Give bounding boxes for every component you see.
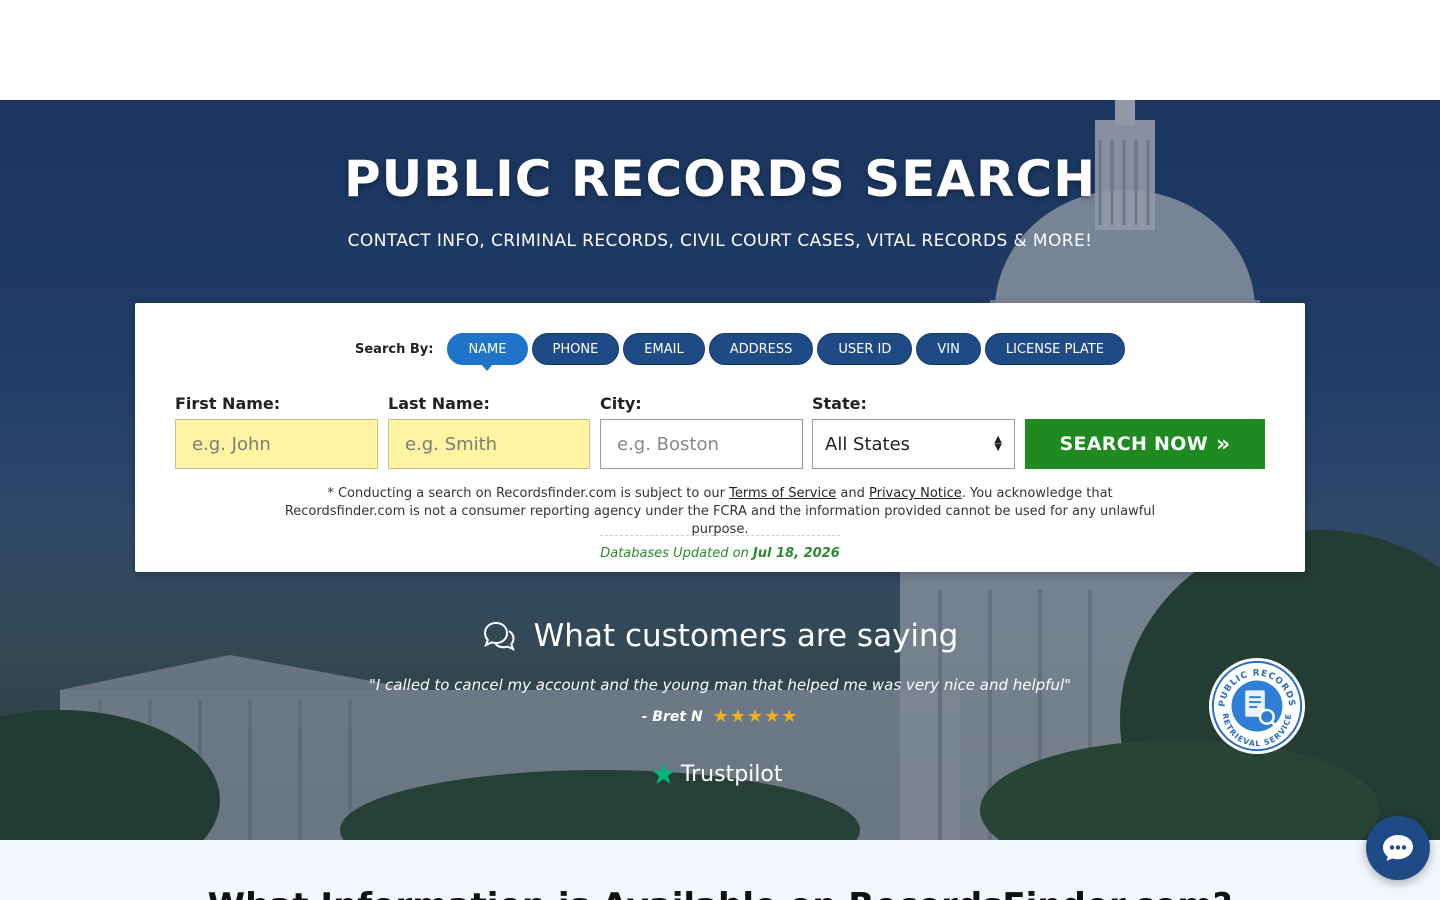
star-icon: ★ — [712, 706, 729, 727]
tab-email[interactable]: EMAIL — [623, 333, 705, 365]
public-records-retrieval-badge: PUBLIC RECORDS RETRIEVAL SERVICE — [1208, 657, 1306, 755]
databases-updated: Databases Updated on Jul 18, 2026 — [600, 535, 840, 561]
first-name-label: First Name: — [175, 394, 281, 413]
tab-phone[interactable]: PHONE — [531, 333, 620, 365]
select-arrows-icon: ▲ ▼ — [994, 434, 1002, 453]
last-name-label: Last Name: — [388, 394, 490, 413]
search-now-label: SEARCH NOW — [1059, 433, 1208, 455]
privacy-notice-link[interactable]: Privacy Notice — [869, 486, 962, 501]
trustpilot-label: Trustpilot — [680, 762, 783, 787]
terms-of-service-link[interactable]: Terms of Service — [729, 486, 836, 501]
tab-vin[interactable]: VIN — [916, 333, 981, 365]
star-icon: ★ — [764, 706, 781, 727]
tab-license-plate[interactable]: LICENSE PLATE — [984, 333, 1125, 365]
testimonial-author: - Bret N — [641, 708, 703, 725]
search-card: Search By: NAME PHONE EMAIL ADDRESS USER… — [135, 303, 1305, 572]
star-icon: ★ — [781, 706, 798, 727]
state-select[interactable]: All States ▲ ▼ — [812, 419, 1015, 469]
star-icon: ★ — [729, 706, 746, 727]
tab-name[interactable]: NAME — [447, 333, 528, 371]
hero-section: PUBLIC RECORDS SEARCH CONTACT INFO, CRIM… — [0, 100, 1440, 840]
tab-address[interactable]: ADDRESS — [708, 333, 814, 365]
trustpilot-logo[interactable]: ★ Trustpilot — [650, 757, 782, 792]
db-updated-label: Databases Updated on — [600, 546, 753, 561]
search-by-label: Search By: — [355, 341, 434, 357]
first-name-input[interactable]: e.g. John — [175, 419, 378, 469]
city-label: City: — [600, 394, 642, 413]
search-by-tabs: Search By: NAME PHONE EMAIL ADDRESS USER… — [355, 333, 1129, 371]
state-label: State: — [812, 394, 867, 413]
page-title: PUBLIC RECORDS SEARCH — [343, 150, 1097, 208]
double-chevron-right-icon: » — [1215, 431, 1231, 457]
testimonials-title: What customers are saying — [533, 618, 959, 654]
trustpilot-star-icon: ★ — [650, 757, 677, 792]
info-section-title: What Information is Available on Records… — [0, 886, 1440, 900]
last-name-input[interactable]: e.g. Smith — [388, 419, 590, 469]
testimonials-heading: What customers are saying — [0, 618, 1440, 654]
disclaimer-and: and — [836, 486, 869, 501]
star-icon: ★ — [746, 706, 764, 727]
hero-subtitle: CONTACT INFO, CRIMINAL RECORDS, CIVIL CO… — [347, 231, 1093, 251]
chat-widget-button[interactable] — [1366, 816, 1430, 880]
top-header-bar — [0, 0, 1440, 100]
search-now-button[interactable]: SEARCH NOW » — [1025, 419, 1265, 469]
city-input[interactable]: e.g. Boston — [600, 419, 803, 469]
db-updated-date: Jul 18, 2026 — [752, 546, 840, 561]
disclaimer-intro: * Conducting a search on Recordsfinder.c… — [327, 486, 730, 501]
tab-user-id[interactable]: USER ID — [817, 333, 913, 365]
chat-bubbles-icon — [482, 619, 516, 653]
chat-dots-icon — [1383, 835, 1413, 861]
state-select-value: All States — [825, 433, 911, 455]
rating-stars: ★ ★ ★ ★ ★ — [713, 706, 799, 727]
info-section: What Information is Available on Records… — [0, 840, 1440, 900]
search-disclaimer: * Conducting a search on Recordsfinder.c… — [275, 485, 1165, 539]
